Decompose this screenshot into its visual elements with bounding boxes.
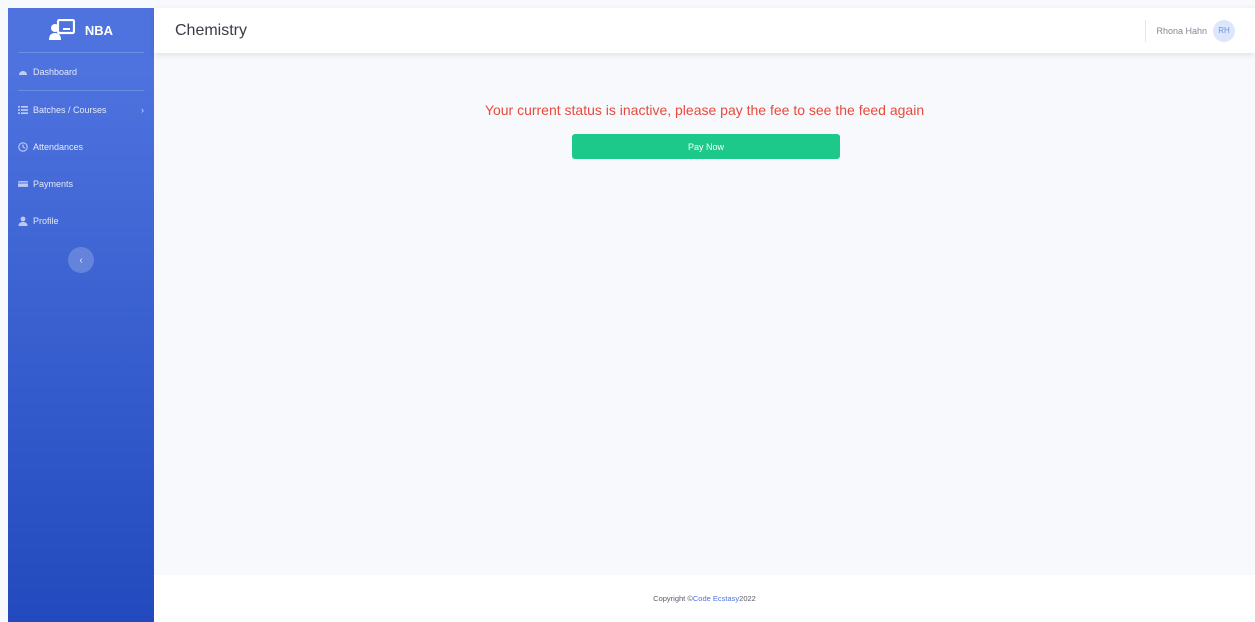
sidebar-item-label: Profile (33, 215, 59, 226)
list-icon (18, 105, 28, 114)
avatar[interactable]: RH (1213, 19, 1235, 42)
sidebar-item-attendances[interactable]: Attendances (8, 128, 154, 165)
sidebar-toggle-button[interactable]: ‹ (68, 247, 94, 273)
sidebar-item-label: Attendances (33, 141, 84, 152)
pay-now-button[interactable]: Pay Now (572, 134, 840, 159)
sidebar-item-profile[interactable]: Profile (8, 202, 154, 239)
dashboard-icon (19, 70, 27, 75)
sidebar: NBA Dashboard Batches / Courses › Attend… (8, 8, 154, 622)
sidebar-brand[interactable]: NBA (8, 8, 154, 52)
sidebar-item-dashboard[interactable]: Dashboard (8, 53, 154, 90)
copyright-year: 2022 (739, 594, 756, 603)
classroom-icon (48, 19, 75, 40)
status-message: Your current status is inactive, please … (484, 102, 925, 118)
footer: Copyright © Code Ecstasy 2022 (154, 575, 1255, 622)
card-icon (18, 180, 28, 187)
topbar-divider (1145, 19, 1147, 42)
topbar: Chemistry Rhona Hahn RH (154, 8, 1255, 53)
brand-name: NBA (84, 22, 114, 38)
chevron-left-icon: ‹ (79, 254, 83, 266)
clock-icon (18, 141, 28, 152)
sidebar-item-payments[interactable]: Payments (8, 165, 154, 202)
sidebar-item-label: Dashboard (33, 66, 78, 77)
company-link[interactable]: Code Ecstasy (693, 594, 739, 603)
user-name[interactable]: Rhona Hahn (1156, 26, 1207, 36)
user-icon (18, 216, 28, 226)
main-content: Your current status is inactive, please … (154, 53, 1255, 575)
sidebar-item-label: Payments (33, 178, 74, 189)
sidebar-item-label: Batches / Courses (33, 104, 107, 115)
sidebar-item-batches-courses[interactable]: Batches / Courses › (8, 91, 154, 128)
copyright-prefix: Copyright © (653, 594, 693, 603)
page-title: Chemistry (175, 21, 248, 39)
user-menu[interactable]: Rhona Hahn RH (1145, 8, 1255, 53)
chevron-right-icon: › (141, 104, 144, 115)
